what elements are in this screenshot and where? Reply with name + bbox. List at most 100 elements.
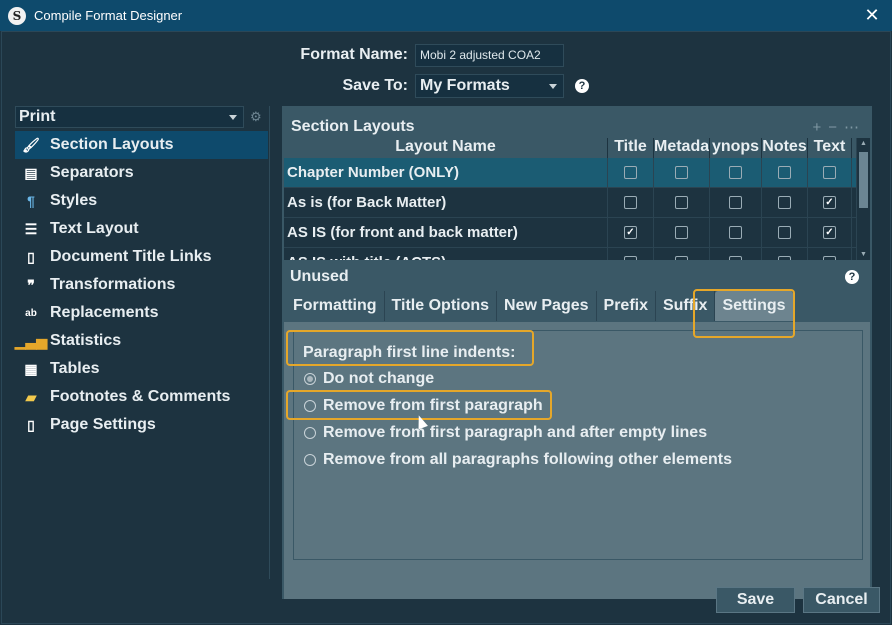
scroll-thumb[interactable] (859, 152, 868, 208)
column-header[interactable]: ynops (710, 138, 762, 158)
unused-label: Unused (290, 268, 349, 285)
column-header[interactable]: Layout Name (284, 138, 608, 158)
format-name-field[interactable]: Mobi 2 adjusted COA2 (415, 44, 564, 67)
checkbox[interactable] (823, 256, 836, 260)
radio-remove-all[interactable]: Remove from all paragraphs following oth… (304, 451, 732, 469)
sidebar-item-label: Section Layouts (50, 136, 174, 153)
checkbox-cell (608, 248, 654, 260)
text-layout-icon: ☰ (24, 220, 38, 237)
checkbox[interactable] (778, 256, 791, 260)
column-header[interactable]: Title (608, 138, 654, 158)
add-icon[interactable]: + (812, 119, 828, 136)
checkbox[interactable] (675, 196, 688, 209)
checkbox[interactable] (675, 256, 688, 260)
column-header[interactable]: Metadat (654, 138, 710, 158)
column-header[interactable]: Text (808, 138, 852, 158)
checkbox-cell (710, 158, 762, 187)
sidebar-item-section-layouts[interactable]: 🖌 Section Layouts (15, 131, 268, 159)
chevron-down-icon (229, 115, 237, 120)
scrivener-app-icon: S (8, 6, 26, 25)
checkbox[interactable] (729, 166, 742, 179)
radio-do-not-change[interactable]: Do not change (304, 370, 434, 388)
radio-label: Remove from first paragraph and after em… (323, 424, 708, 441)
checkbox-cell (608, 188, 654, 217)
checkbox-cell (654, 158, 710, 187)
column-header[interactable]: Notes (762, 138, 808, 158)
sidebar-item-label: Separators (50, 164, 134, 181)
sidebar-item-label: Styles (50, 192, 98, 209)
replace-icon: ab (25, 307, 37, 319)
table-scrollbar[interactable]: ▲ ▼ (856, 138, 870, 260)
sidebar-item-statistics[interactable]: ▁▃▅ Statistics (15, 327, 268, 355)
scroll-up-icon[interactable]: ▲ (860, 140, 867, 147)
format-type-dropdown[interactable]: Print (15, 106, 244, 128)
table-row[interactable]: As is (for Back Matter) ✓ (284, 188, 868, 218)
checkbox[interactable] (729, 196, 742, 209)
radio-button[interactable] (304, 454, 316, 466)
close-icon[interactable]: ✕ (862, 5, 882, 26)
checkbox-cell (654, 218, 710, 247)
sidebar-item-document-title-links[interactable]: ▯ Document Title Links (15, 243, 268, 271)
format-name-label: Format Name: (300, 46, 408, 63)
checkbox[interactable] (778, 226, 791, 239)
layout-name-cell: As is (for Back Matter) (284, 188, 608, 217)
radio-button[interactable] (304, 427, 316, 439)
checkbox-cell (710, 248, 762, 260)
checkbox[interactable] (624, 196, 637, 209)
checkbox[interactable] (675, 166, 688, 179)
save-to-dropdown[interactable]: My Formats (415, 74, 564, 98)
help-icon[interactable]: ? (845, 270, 859, 284)
document-icon: ▯ (27, 248, 35, 265)
checkbox-cell (762, 218, 808, 247)
checkbox-cell: ✓ (608, 218, 654, 247)
sidebar-item-styles[interactable]: ¶ Styles (15, 187, 268, 215)
sidebar-item-page-settings[interactable]: ▯ Page Settings (15, 411, 268, 439)
tab-formatting[interactable]: Formatting (286, 291, 385, 321)
sidebar-item-tables[interactable]: ▦ Tables (15, 355, 268, 383)
layout-tools: +−⋯ (812, 118, 866, 136)
checkbox[interactable]: ✓ (624, 226, 637, 239)
quote-icon: ❞ (27, 276, 35, 293)
sidebar-item-label: Document Title Links (50, 248, 212, 265)
tab-title-options[interactable]: Title Options (385, 291, 498, 321)
checkbox[interactable]: ✓ (823, 196, 836, 209)
layout-name-cell: AS IS (for front and back matter) (284, 218, 608, 247)
checkbox[interactable] (675, 226, 688, 239)
checkbox-cell (710, 188, 762, 217)
radio-remove-first-empty[interactable]: Remove from first paragraph and after em… (304, 424, 707, 442)
sidebar: Print ⚙ 🖌 Section Layouts ▤ Separators ¶ St… (14, 106, 270, 579)
more-icon[interactable]: ⋯ (844, 119, 866, 136)
cancel-button[interactable]: Cancel (803, 587, 880, 613)
tab-new-pages[interactable]: New Pages (497, 291, 597, 321)
remove-icon[interactable]: − (828, 119, 844, 136)
checkbox[interactable] (624, 256, 637, 260)
save-button[interactable]: Save (716, 587, 795, 613)
gear-icon[interactable]: ⚙ (250, 109, 262, 125)
table-row[interactable]: AS IS (for front and back matter) ✓ ✓ (284, 218, 868, 248)
radio-label: Do not change (323, 370, 435, 387)
checkbox[interactable] (778, 196, 791, 209)
checkbox[interactable] (778, 166, 791, 179)
checkbox[interactable] (729, 256, 742, 260)
styles-icon: ¶ (27, 193, 35, 209)
sidebar-item-text-layout[interactable]: ☰ Text Layout (15, 215, 268, 243)
checkbox[interactable] (823, 166, 836, 179)
checkbox[interactable] (624, 166, 637, 179)
checkbox-cell (762, 188, 808, 217)
sidebar-item-footnotes[interactable]: ▰ Footnotes & Comments (15, 383, 268, 411)
layout-name-cell: AS IS with title (ACTS) (284, 248, 608, 260)
sidebar-item-transformations[interactable]: ❞ Transformations (15, 271, 268, 299)
scroll-down-icon[interactable]: ▼ (860, 251, 867, 258)
sidebar-item-replacements[interactable]: ab Replacements (15, 299, 268, 327)
radio-button[interactable] (304, 373, 316, 385)
table-header: Layout Name Title Metadat ynops Notes Te… (284, 138, 868, 158)
tab-prefix[interactable]: Prefix (597, 291, 656, 321)
table-row[interactable]: AS IS with title (ACTS) (284, 248, 868, 260)
checkbox[interactable]: ✓ (823, 226, 836, 239)
footnote-icon: ▰ (25, 388, 37, 405)
checkbox[interactable] (729, 226, 742, 239)
sidebar-item-label: Footnotes & Comments (50, 388, 231, 405)
sidebar-item-separators[interactable]: ▤ Separators (15, 159, 268, 187)
table-row[interactable]: Chapter Number (ONLY) (284, 158, 868, 188)
help-icon[interactable]: ? (575, 79, 589, 93)
